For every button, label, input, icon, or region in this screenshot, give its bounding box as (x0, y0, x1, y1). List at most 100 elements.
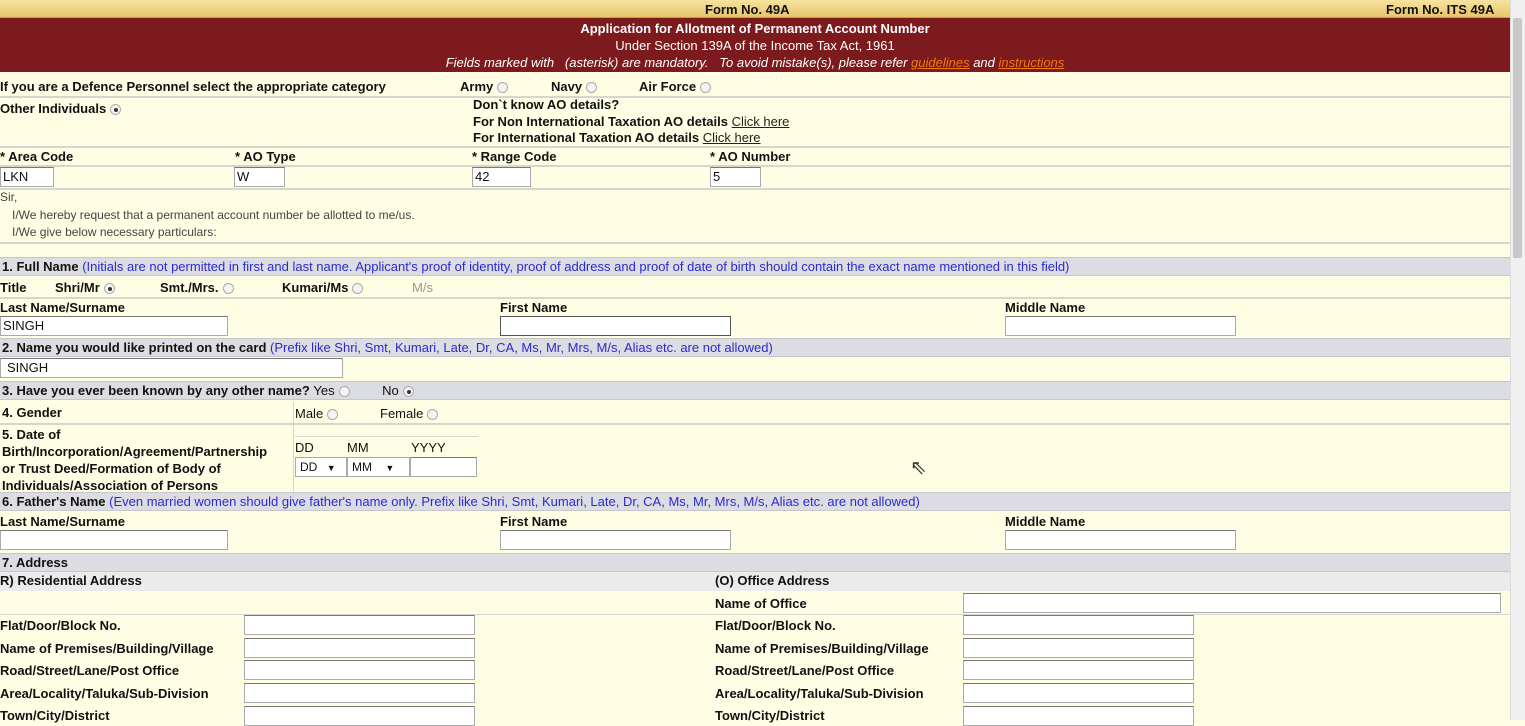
first-name-input[interactable] (500, 316, 731, 336)
radio-icon[interactable] (497, 82, 509, 94)
radio-icon[interactable] (586, 82, 598, 94)
radio-kumari[interactable]: Kumari/Ms (282, 280, 364, 295)
off-town-input[interactable] (963, 706, 1194, 726)
name-on-card-input[interactable]: SINGH (0, 358, 343, 378)
off-premises-label: Name of Premises/Building/Village (715, 641, 929, 656)
radio-other-name-yes[interactable]: Yes (313, 383, 350, 398)
section-title: 2. Name you would like printed on the ca… (2, 340, 267, 355)
radio-other-name-no[interactable]: No (382, 383, 414, 398)
father-middle-name-input[interactable] (1005, 530, 1236, 550)
section-note: (Initials are not permitted in first and… (82, 259, 1070, 274)
res-town-label: Town/City/District (0, 708, 110, 723)
middle-name-label: Middle Name (1005, 300, 1086, 315)
res-area-label: Area/Locality/Taluka/Sub-Division (0, 686, 209, 701)
section-title: 7. Address (2, 555, 68, 570)
area-code-label: Area Code (8, 149, 74, 164)
army-label: Army (460, 79, 494, 94)
res-road-input[interactable] (244, 660, 475, 680)
dropdown-arrow-icon: ▼ (385, 463, 395, 473)
father-first-name-input[interactable] (500, 530, 731, 550)
male-label: Male (295, 406, 324, 421)
ao-type-label: AO Type (243, 149, 296, 164)
radio-icon[interactable] (352, 283, 364, 295)
form-subtitle: Under Section 139A of the Income Tax Act… (615, 38, 895, 53)
guidelines-link[interactable]: guidelines (911, 55, 970, 70)
radio-air-force[interactable]: Air Force (639, 79, 712, 94)
radio-army[interactable]: Army (460, 79, 509, 94)
radio-male[interactable]: Male (295, 406, 339, 421)
res-premises-input[interactable] (244, 638, 475, 658)
intl-ao-label: For International Taxation AO details (473, 130, 700, 145)
section-address: 7. Address (0, 553, 1510, 572)
form-number-its: Form No. ITS 49A (1386, 2, 1495, 17)
range-code-input[interactable]: 42 (472, 167, 531, 187)
form-title: Application for Allotment of Permanent A… (580, 21, 930, 36)
last-name-input[interactable]: SINGH (0, 316, 228, 336)
other-individuals-label: Other Individuals (0, 101, 107, 116)
res-town-input[interactable] (244, 706, 475, 726)
intl-click-here-link[interactable]: Click here (703, 130, 761, 145)
mouse-cursor-icon: ⇖ (910, 457, 927, 479)
no-label: No (382, 383, 399, 398)
radio-icon[interactable] (402, 386, 414, 398)
month-value: MM (352, 460, 372, 474)
off-flat-input[interactable] (963, 615, 1194, 635)
radio-female[interactable]: Female (380, 406, 439, 421)
off-area-input[interactable] (963, 683, 1194, 703)
scrollbar-thumb[interactable] (1513, 18, 1522, 258)
dob-day-select[interactable]: DD ▼ (295, 457, 347, 477)
section-title: 6. Father's Name (2, 494, 106, 509)
section-name-on-card: 2. Name you would like printed on the ca… (0, 338, 1510, 357)
dob-month-select[interactable]: MM ▼ (347, 457, 410, 477)
radio-smt[interactable]: Smt./Mrs. (160, 280, 234, 295)
middle-name-input[interactable] (1005, 316, 1236, 336)
radio-icon[interactable] (103, 283, 115, 295)
dob-label: 5. Date of Birth/Incorporation/Agreement… (2, 426, 267, 494)
section-note: (Even married women should give father's… (109, 494, 920, 509)
air-force-label: Air Force (639, 79, 697, 94)
non-intl-click-here-link[interactable]: Click here (732, 114, 790, 129)
mm-caption: MM (347, 440, 369, 455)
non-intl-ao-label: For Non International Taxation AO detail… (473, 114, 728, 129)
dob-label-line: or Trust Deed/Formation of Body of (2, 461, 221, 476)
radio-navy[interactable]: Navy (551, 79, 598, 94)
area-code-input[interactable]: LKN (0, 167, 54, 187)
and-text: and (973, 55, 995, 70)
section-title: 1. Full Name (2, 259, 79, 274)
off-road-input[interactable] (963, 660, 1194, 680)
res-road-label: Road/Street/Lane/Post Office (0, 663, 180, 678)
ms-label: M/s (412, 280, 433, 295)
off-premises-input[interactable] (963, 638, 1194, 658)
off-road-label: Road/Street/Lane/Post Office (715, 663, 895, 678)
particulars-line: I/We give below necessary particulars: (12, 225, 217, 239)
mistake-note: To avoid mistake(s), please refer (719, 55, 908, 70)
name-of-office-label: Name of Office (715, 596, 807, 611)
radio-icon[interactable] (338, 386, 350, 398)
radio-icon[interactable] (327, 409, 339, 421)
res-flat-input[interactable] (244, 615, 475, 635)
yes-label: Yes (313, 383, 335, 398)
radio-other-individuals[interactable]: Other Individuals (0, 101, 122, 116)
ao-number-label: AO Number (718, 149, 791, 164)
mandatory-note: Fields marked with (445, 55, 555, 70)
ao-number-input[interactable]: 5 (710, 167, 761, 187)
instructions-link[interactable]: instructions (999, 55, 1065, 70)
last-name-label: Last Name/Surname (0, 300, 125, 315)
dob-label-line: Birth/Incorporation/Agreement/Partnershi… (2, 444, 268, 459)
dob-label-line: 5. Date of (2, 427, 61, 442)
defence-label: If you are a Defence Personnel select th… (0, 79, 386, 94)
radio-icon[interactable] (427, 409, 439, 421)
form-number: Form No. 49A (705, 2, 790, 17)
radio-icon[interactable] (110, 104, 122, 116)
off-town-label: Town/City/District (715, 708, 825, 723)
radio-icon[interactable] (222, 283, 234, 295)
radio-icon[interactable] (700, 82, 712, 94)
father-last-name-input[interactable] (0, 530, 228, 550)
dob-year-input[interactable] (410, 457, 477, 477)
office-address-label: (O) Office Address (715, 573, 830, 588)
radio-shri[interactable]: Shri/Mr (55, 280, 115, 295)
res-area-input[interactable] (244, 683, 475, 703)
ao-type-input[interactable]: W (234, 167, 285, 187)
name-of-office-input[interactable] (963, 593, 1501, 613)
asterisk-note: (asterisk) are mandatory. (564, 55, 709, 70)
